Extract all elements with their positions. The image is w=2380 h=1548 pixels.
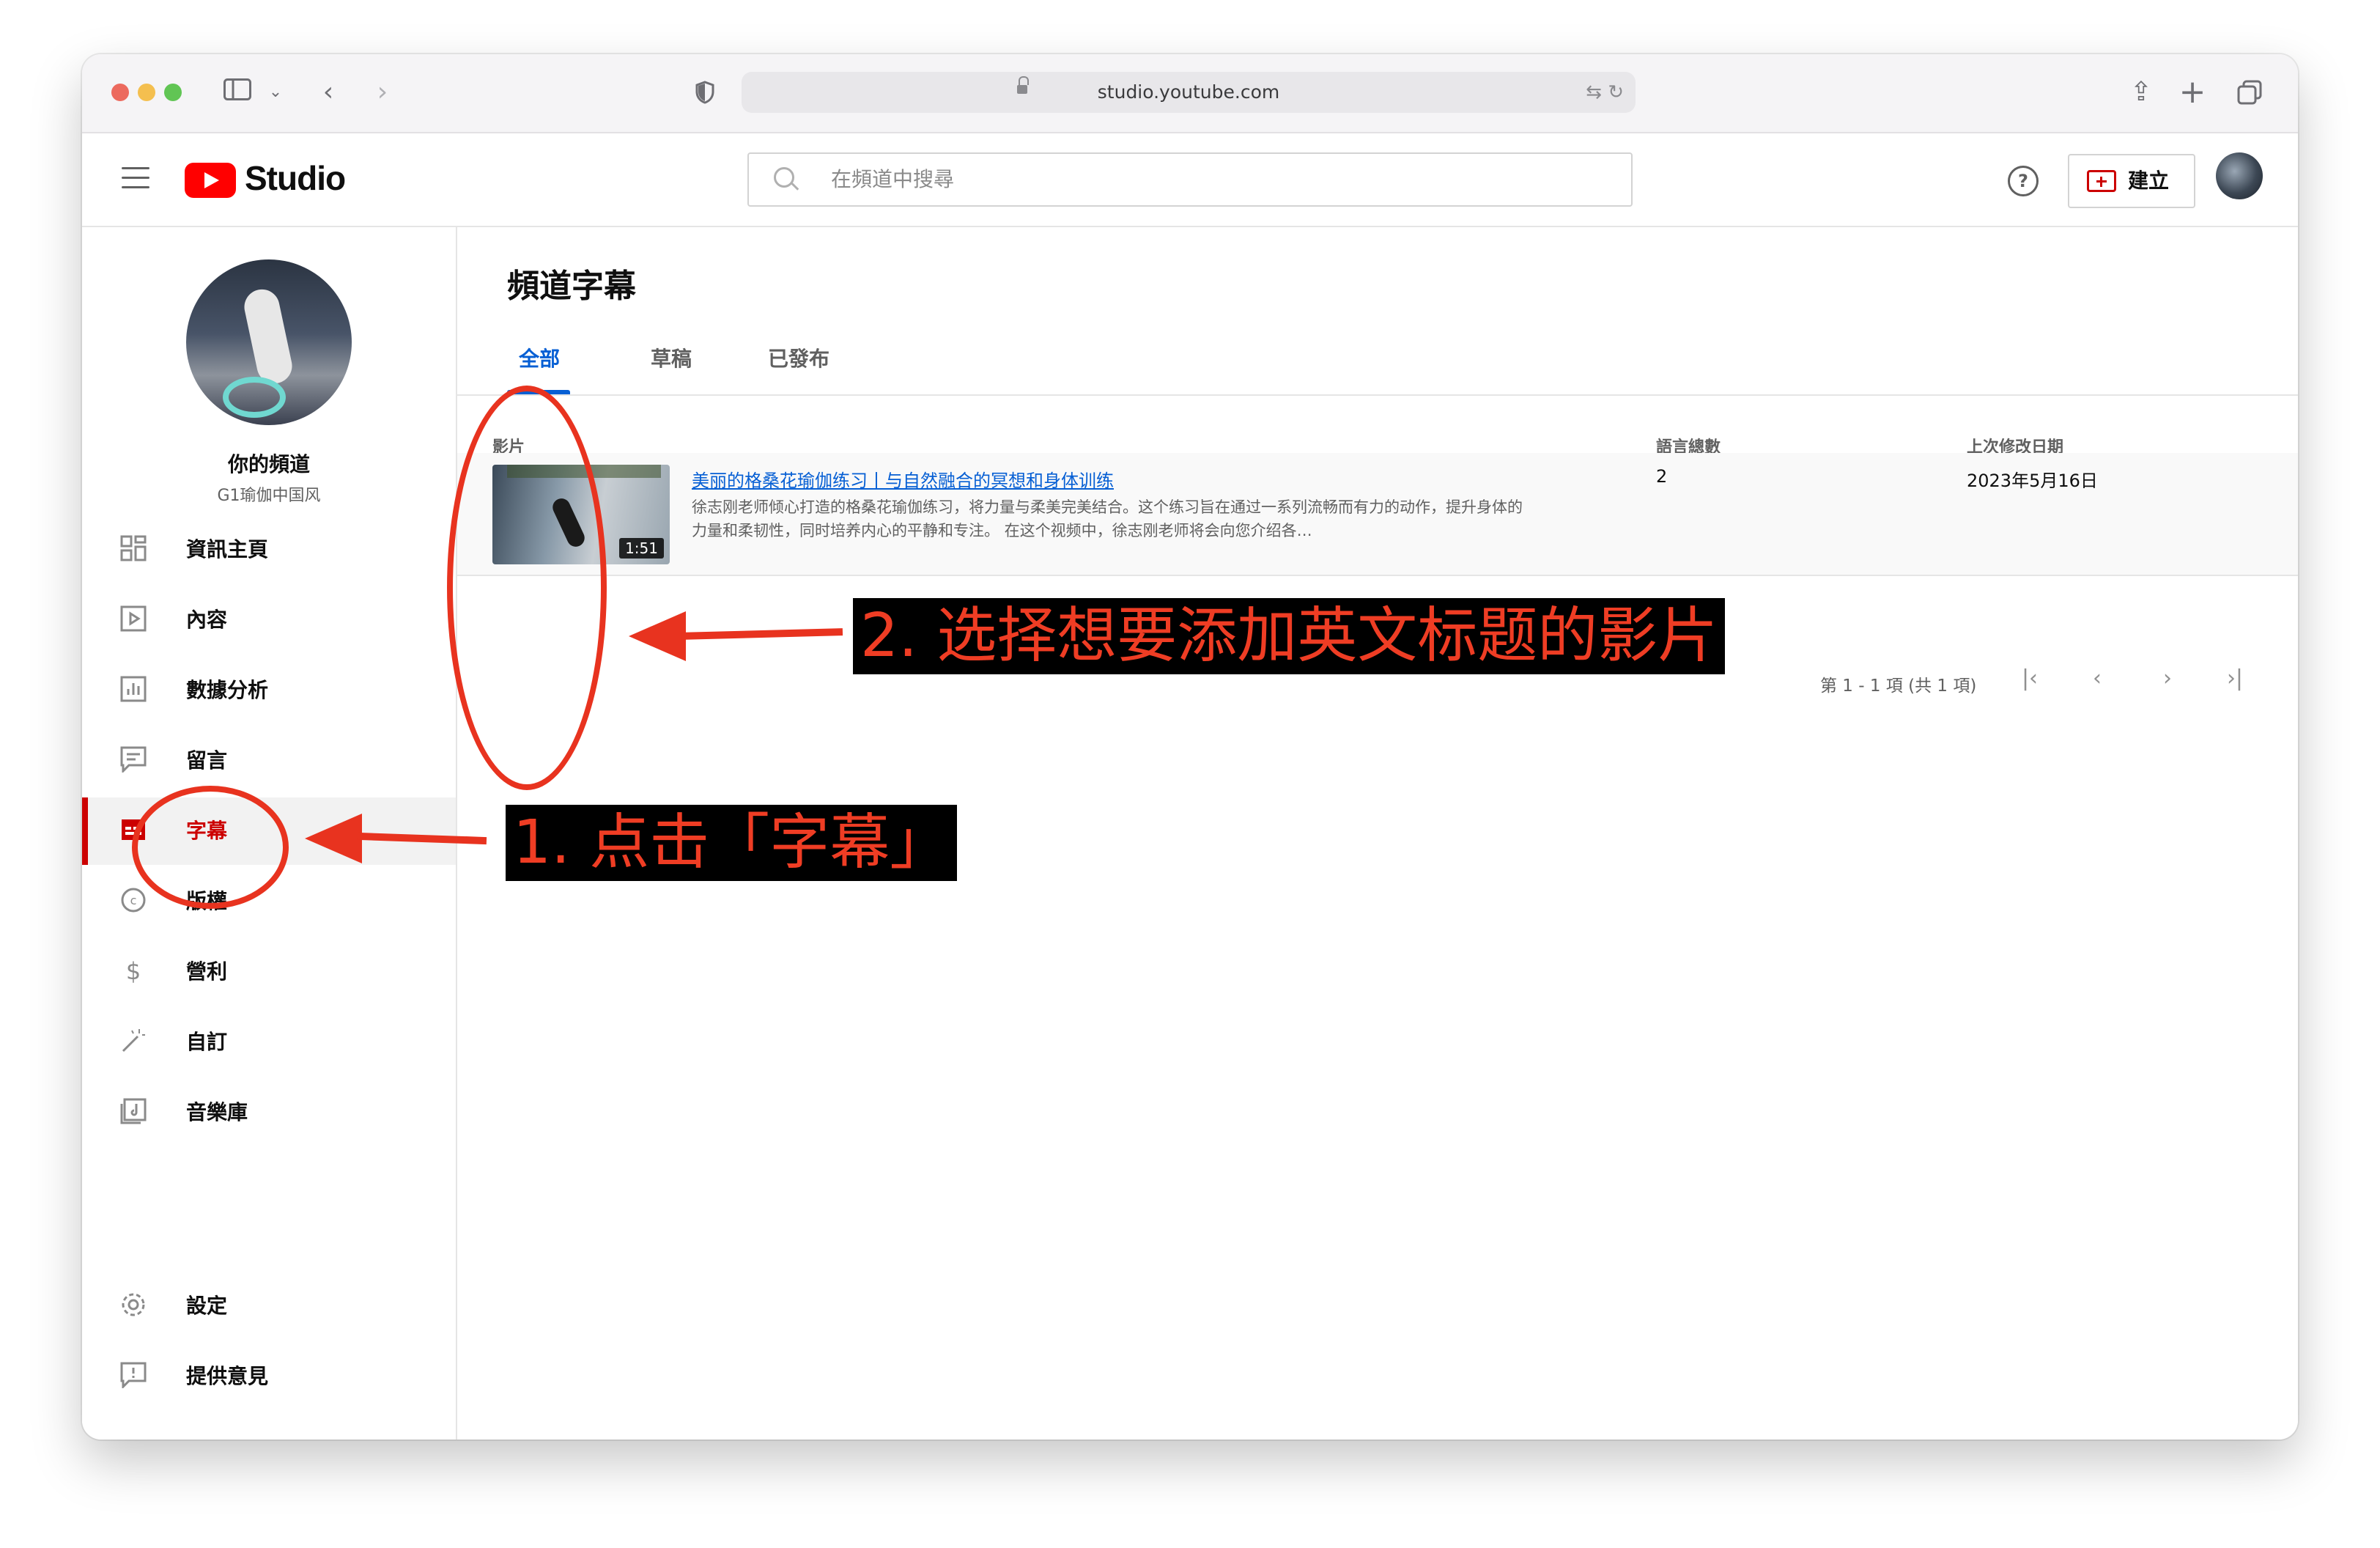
address-url: studio.youtube.com — [1097, 81, 1280, 103]
pagination-text: 第 1 - 1 項 (共 1 項) — [1820, 677, 1977, 696]
annotation-circle-video-column — [447, 386, 607, 790]
sidebar-item-label: 內容 — [186, 608, 228, 632]
sidebar-item-audio-library[interactable]: 音樂庫 — [82, 1079, 456, 1146]
sidebar-item-label: 提供意見 — [186, 1364, 269, 1388]
video-title-link[interactable]: 美丽的格桑花瑜伽练习丨与自然融合的冥想和身体训练 — [692, 466, 1114, 492]
sidebar-item-label: 營利 — [186, 959, 228, 984]
video-description: 徐志刚老师倾心打造的格桑花瑜伽练习，将力量与柔美完美结合。这个练习旨在通过一系列… — [692, 498, 1523, 539]
create-button[interactable]: 建立 — [2068, 154, 2195, 208]
last-modified-date: 2023年5月16日 — [1967, 471, 2098, 491]
help-icon[interactable]: ? — [2008, 166, 2039, 196]
menu-icon[interactable] — [122, 167, 149, 189]
sidebar-item-dashboard[interactable]: 資訊主頁 — [82, 516, 456, 583]
sidebar-item-monetization[interactable]: $ 營利 — [82, 938, 456, 1006]
content-icon — [120, 605, 147, 632]
monetization-icon: $ — [120, 957, 147, 985]
svg-text:$: $ — [126, 957, 141, 984]
browser-toolbar: ⌄ ‹ › studio.youtube.com ⇆ ↻ ⇪ + — [82, 54, 2298, 133]
sidebar-item-label: 音樂庫 — [186, 1100, 248, 1124]
language-count: 2 — [1656, 466, 1668, 487]
sidebar-toggle-icon[interactable] — [221, 73, 254, 111]
address-bar[interactable]: studio.youtube.com ⇆ ↻ — [742, 72, 1636, 113]
chevron-down-icon[interactable]: ⌄ — [267, 73, 284, 111]
tab-overview-icon[interactable] — [2233, 73, 2266, 111]
account-avatar[interactable] — [2216, 152, 2263, 199]
sidebar-item-settings[interactable]: 設定 — [82, 1272, 456, 1340]
sidebar-item-label: 設定 — [186, 1294, 228, 1318]
gear-icon — [120, 1291, 147, 1318]
close-window-button[interactable] — [111, 84, 129, 101]
annotation-arrow-head-2 — [629, 611, 686, 661]
channel-title: 你的頻道 — [227, 452, 310, 476]
dashboard-icon — [120, 535, 147, 561]
audio-library-icon — [120, 1098, 147, 1124]
annotation-step-1: 1. 点击「字幕」 — [506, 805, 958, 881]
new-tab-icon[interactable]: + — [2178, 73, 2207, 111]
tab-published[interactable]: 已發布 — [768, 330, 829, 388]
translate-icon[interactable]: ⇆ ↻ — [1586, 72, 1624, 113]
svg-text:c: c — [130, 893, 137, 907]
next-page-icon[interactable]: › — [2150, 661, 2185, 696]
magic-wand-icon — [120, 1028, 147, 1054]
studio-header: Studio ? 建立 — [82, 133, 2298, 227]
annotation-circle-subtitles — [132, 786, 289, 909]
sidebar-item-label: 自訂 — [186, 1030, 228, 1054]
analytics-icon — [120, 676, 147, 702]
tab-all[interactable]: 全部 — [519, 330, 560, 388]
tab-drafts[interactable]: 草稿 — [651, 330, 692, 388]
row-divider — [457, 575, 2298, 576]
tabs-divider — [457, 394, 2298, 396]
copyright-icon: c — [120, 887, 147, 913]
first-page-icon[interactable]: |‹ — [2012, 661, 2047, 696]
annotation-step-2: 2. 选择想要添加英文标题的影片 — [853, 598, 1726, 674]
lock-icon — [1017, 76, 1029, 95]
sidebar-item-comments[interactable]: 留言 — [82, 727, 456, 795]
sidebar-item-content[interactable]: 內容 — [82, 586, 456, 654]
back-icon[interactable]: ‹ — [314, 73, 343, 111]
sidebar-item-feedback[interactable]: 提供意見 — [82, 1343, 456, 1410]
sidebar-item-customization[interactable]: 自訂 — [82, 1009, 456, 1076]
create-button-label: 建立 — [2128, 169, 2170, 193]
shield-icon[interactable] — [690, 73, 720, 111]
comments-icon — [120, 746, 147, 774]
sidebar-item-analytics[interactable]: 數據分析 — [82, 657, 456, 724]
previous-page-icon[interactable]: ‹ — [2080, 661, 2115, 696]
forward-icon[interactable]: › — [368, 73, 397, 111]
create-video-icon — [2087, 170, 2116, 192]
studio-logo-text[interactable]: Studio — [245, 158, 346, 198]
search-icon — [774, 167, 794, 188]
channel-avatar[interactable] — [186, 259, 352, 425]
sidebar-item-label: 數據分析 — [186, 678, 269, 702]
browser-window: ⌄ ‹ › studio.youtube.com ⇆ ↻ ⇪ + Studio … — [82, 54, 2298, 1440]
search-input[interactable] — [829, 154, 1609, 204]
youtube-logo-icon[interactable] — [185, 163, 236, 198]
page-title: 頻道字幕 — [507, 268, 636, 305]
minimize-window-button[interactable] — [138, 84, 155, 101]
last-page-icon[interactable]: ›| — [2217, 661, 2252, 696]
share-icon[interactable]: ⇪ — [2126, 73, 2156, 111]
channel-handle: G1瑜伽中国风 — [217, 487, 321, 505]
table-row[interactable]: 1:51 美丽的格桑花瑜伽练习丨与自然融合的冥想和身体训练 徐志刚老师倾心打造的… — [457, 453, 2298, 575]
sidebar-item-label: 留言 — [186, 748, 228, 773]
feedback-icon — [120, 1362, 147, 1390]
video-duration: 1:51 — [619, 538, 664, 559]
zoom-window-button[interactable] — [164, 84, 182, 101]
annotation-arrow-head-1 — [305, 814, 362, 863]
search-box[interactable] — [747, 152, 1633, 207]
sidebar-item-label: 資訊主頁 — [186, 537, 269, 561]
